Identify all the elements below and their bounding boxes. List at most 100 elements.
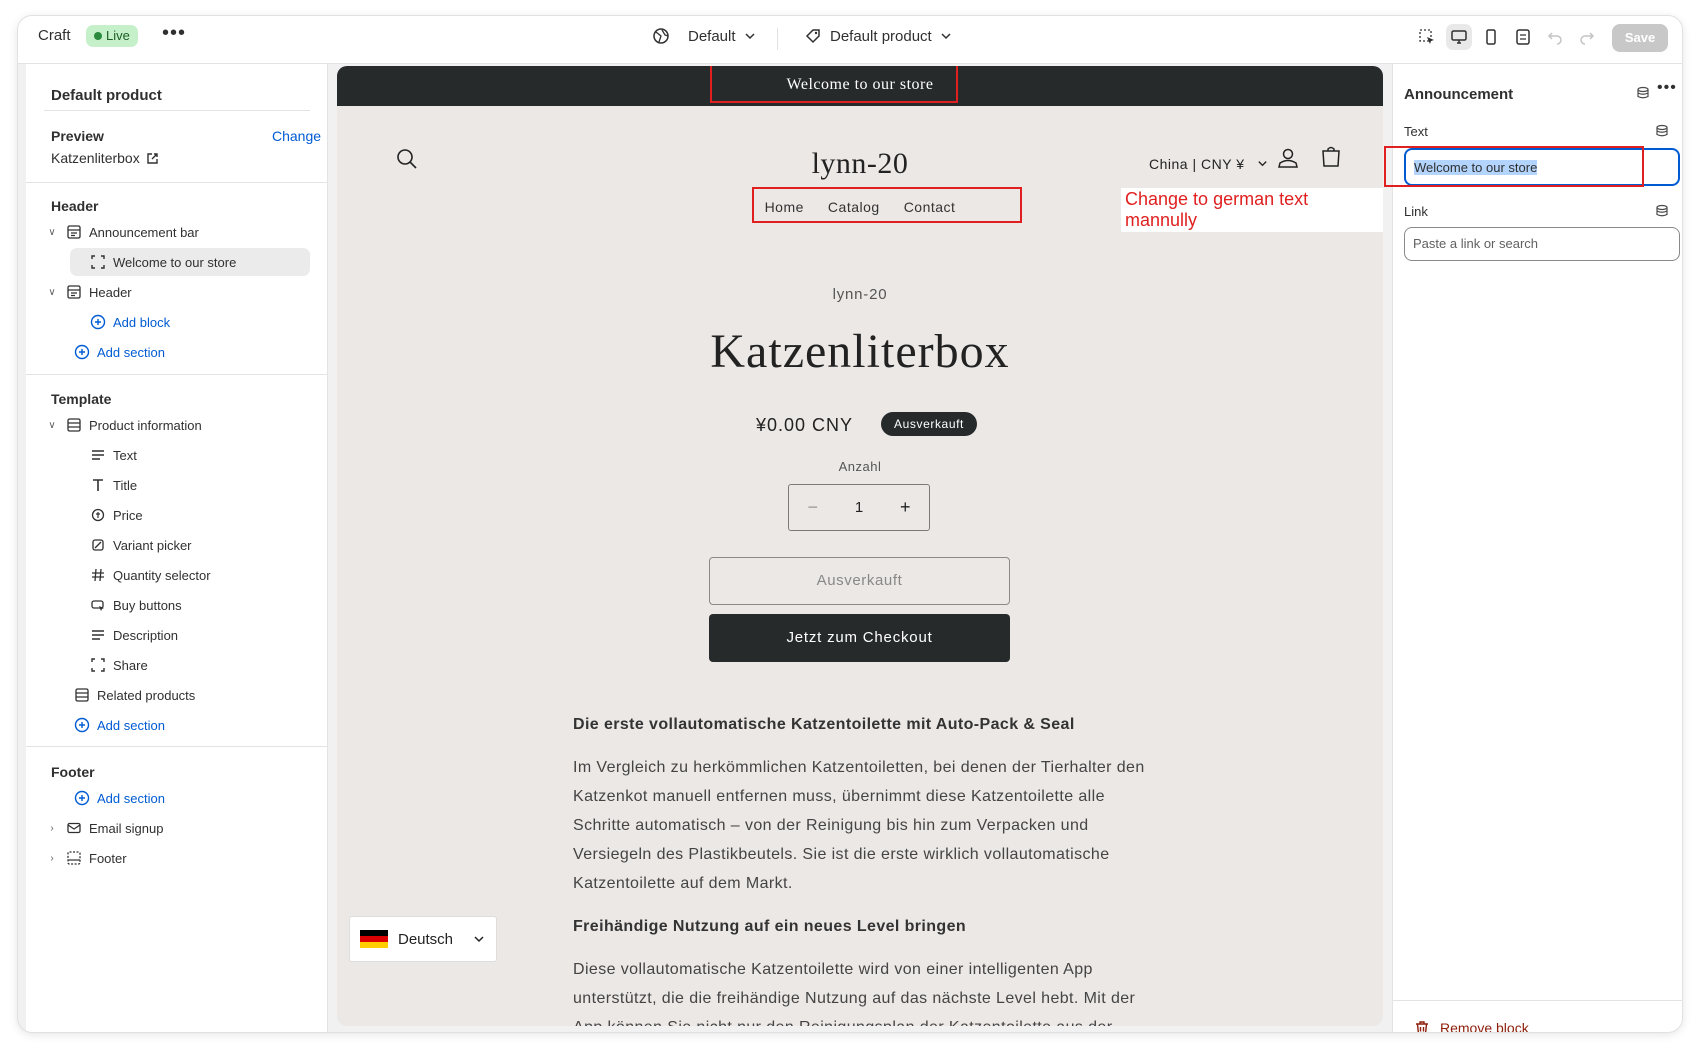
link-input-placeholder: Paste a link or search [1413,236,1539,251]
quantity-decrease-button[interactable]: − [807,497,818,518]
preview-product[interactable]: Katzenliterbox [51,150,159,166]
annotation-highlight-box [1384,146,1644,187]
sidebar-item-label: Title [113,477,138,493]
link-input[interactable]: Paste a link or search [1404,227,1680,261]
add-block-button[interactable]: Add block [90,308,170,336]
chevron-down-icon [941,33,951,40]
sidebar-item-label: Buy buttons [113,597,182,613]
add-section-label: Add section [97,344,165,360]
panel-more-button[interactable]: ••• [1657,79,1677,97]
section-icon [67,418,81,432]
preview-product-name: Katzenliterbox [51,150,140,166]
theme-editor-window: Craft Live ••• Default Default product S… [18,16,1682,1032]
quantity-stepper: − 1 + [788,484,930,531]
theme-selector[interactable]: Default [652,27,756,45]
remove-block-button[interactable]: Remove block [1414,1020,1529,1032]
desktop-view-button[interactable] [1446,24,1472,50]
panel-title: Announcement [1404,86,1514,103]
topbar-divider [777,28,778,50]
sidebar-item-share[interactable]: Share [90,651,148,679]
chevron-right-icon: › [50,852,54,864]
product-title: Katzenliterbox [710,325,1010,378]
cart-icon[interactable] [1319,145,1343,169]
fullscreen-view-button[interactable] [1510,24,1536,50]
footer-section-icon [67,851,81,865]
divider [26,746,328,747]
undo-button[interactable] [1542,24,1568,50]
expand-icon [1516,29,1530,45]
database-icon[interactable] [1655,124,1669,138]
preview-change-link[interactable]: Change [272,128,321,144]
sidebar-item-quantity-selector[interactable]: Quantity selector [90,561,211,589]
template-selector[interactable]: Default product [804,27,952,45]
sidebar-item-description[interactable]: Description [90,621,178,649]
sidebar-item-email-signup[interactable]: › Email signup [44,814,310,842]
chevron-down-icon: ∨ [48,419,56,431]
sidebar-item-label: Welcome to our store [113,254,237,270]
sidebar-item-related-products[interactable]: Related products [74,681,195,709]
database-icon[interactable] [1636,86,1650,100]
sidebar-item-label: Share [113,657,148,673]
sidebar-item-text[interactable]: Text [90,441,137,469]
sidebar-item-product-information[interactable]: ∨ Product information [44,411,310,439]
sidebar-item-announcement-block[interactable]: Welcome to our store [70,248,310,276]
description-paragraph: Diese vollautomatische Katzentoilette wi… [573,961,1136,1026]
quantity-increase-button[interactable]: + [900,497,911,518]
mobile-view-button[interactable] [1478,24,1504,50]
sidebar-item-label: Text [113,447,137,463]
description-paragraph: Im Vergleich zu herkömmlichen Katzentoil… [573,759,1145,892]
add-section-button[interactable]: Add section [74,784,165,812]
theme-selector-label: Default [688,27,736,45]
sidebar-item-header[interactable]: ∨ Header [44,278,310,306]
store-preview: Welcome to our store lynn-20 China | CNY… [337,66,1383,1026]
soldout-button[interactable]: Ausverkauft [709,557,1010,605]
chevron-down-icon: ∨ [48,286,56,298]
more-actions-button[interactable]: ••• [162,22,186,45]
desktop-icon [1451,30,1467,44]
quantity-value[interactable]: 1 [855,499,863,516]
header-section-title: Header [51,198,99,214]
divider [26,182,328,183]
checkout-button[interactable]: Jetzt zum Checkout [709,614,1010,662]
divider [1393,1000,1682,1001]
inspector-button[interactable] [1414,24,1440,50]
sidebar-item-buy-buttons[interactable]: Buy buttons [90,591,182,619]
hash-icon [92,568,104,582]
template-section-title: Template [51,391,112,407]
text-lines-icon [92,630,104,640]
section-icon [75,688,89,702]
product-vendor: lynn-20 [832,286,888,303]
add-section-button[interactable]: Add section [74,711,165,739]
chevron-down-icon [474,936,484,943]
sidebar-item-label: Announcement bar [89,224,199,240]
sidebar-item-price[interactable]: Price [90,501,143,529]
sidebar-item-footer[interactable]: › Footer [44,844,310,872]
account-icon[interactable] [1276,146,1300,170]
variant-icon [92,539,104,551]
database-icon[interactable] [1655,204,1669,218]
topbar-tools [1414,24,1600,50]
language-selector[interactable]: Deutsch [349,916,497,962]
sidebar-item-title[interactable]: Title [90,471,137,499]
sidebar-item-variant-picker[interactable]: Variant picker [90,531,192,559]
quantity-label: Anzahl [838,459,882,474]
sidebar-item-announcement-bar[interactable]: ∨ Announcement bar [44,218,310,246]
country-currency-selector[interactable]: China | CNY ¥ [1149,156,1268,172]
link-field-label: Link [1404,204,1428,219]
sidebar-item-label: Variant picker [113,537,192,553]
german-flag-icon [360,929,388,949]
sidebar-item-label: Related products [97,687,196,703]
divider [26,374,328,375]
globe-icon [653,28,669,44]
annotation-highlight-box [752,187,1022,223]
remove-block-label: Remove block [1440,1020,1529,1032]
add-section-button[interactable]: Add section [74,338,165,366]
redo-button[interactable] [1574,24,1600,50]
section-icon [67,225,81,239]
app-name: Craft [38,27,71,44]
save-button[interactable]: Save [1612,24,1668,52]
title-t-icon [93,479,103,491]
sidebar-item-label: Quantity selector [113,567,211,583]
settings-panel: Announcement ••• Text Welcome to our sto… [1384,64,1682,1032]
annotation-highlight-box [710,66,958,103]
